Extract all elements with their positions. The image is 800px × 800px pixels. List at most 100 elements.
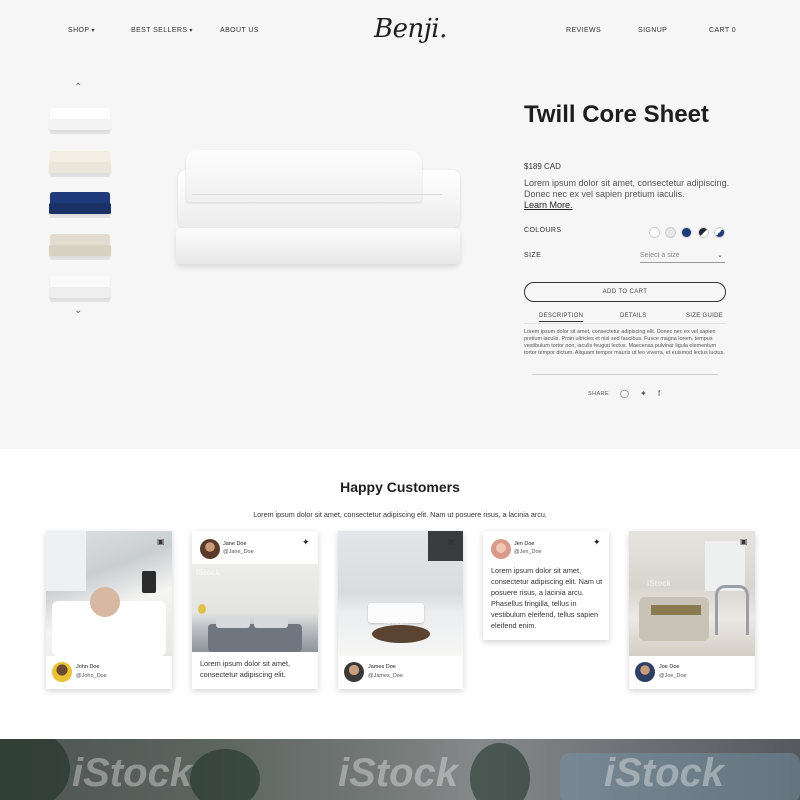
customer-handle: @Jen_Doe (514, 549, 542, 555)
window (705, 541, 745, 591)
avatar (200, 539, 220, 559)
card-photo: iStock (192, 564, 318, 652)
product-description: Lorem ipsum dolor sit amet, consectetur … (524, 178, 730, 199)
card-photo: iStock (338, 531, 463, 656)
twitter-icon[interactable]: ✦ (302, 537, 310, 548)
divider (532, 374, 718, 375)
customer-card-5[interactable]: iStock ▣ Joe Doe @Joe_Doe (629, 531, 755, 689)
colour-swatch-white[interactable] (649, 227, 660, 238)
happy-customers-section: Happy Customers Lorem ipsum dolor sit am… (0, 449, 800, 739)
avatar (344, 662, 364, 682)
size-label: SIZE (524, 252, 542, 259)
tab-content: Lorem ipsum dolor sit amet, consectetur … (524, 329, 725, 356)
nav-best-sellers[interactable]: BEST SELLERS ▾ (131, 27, 193, 34)
customer-name: James Doe (368, 664, 396, 670)
thumbnail-shadow (50, 299, 110, 302)
tab-details[interactable]: DETAILS (620, 313, 647, 319)
colour-swatch-light-grey[interactable] (665, 227, 676, 238)
section-subtitle: Lorem ipsum dolor sit amet, consectetur … (253, 510, 547, 519)
bed (208, 624, 302, 652)
watermark: iStock (72, 751, 193, 795)
thumbnail-1[interactable] (48, 102, 112, 136)
pillow (254, 616, 288, 628)
lifestyle-banner-image: iStock iStock iStock (0, 739, 800, 800)
nav-best-sellers-label: BEST SELLERS (131, 27, 188, 34)
wood-tray (372, 625, 430, 643)
nav-signup[interactable]: SIGNUP (638, 27, 667, 34)
card-photo: iStock (46, 531, 172, 656)
thumbnail-shadow (50, 257, 110, 260)
colour-swatch-black-white[interactable] (698, 227, 709, 238)
colour-swatch-white-navy[interactable] (714, 227, 725, 238)
thumbnail-shadow (50, 174, 110, 177)
size-select[interactable]: Select a size ⌄ (640, 252, 725, 263)
nav-reviews[interactable]: REVIEWS (566, 27, 601, 34)
watermark: iStock (647, 579, 672, 588)
product-title: Twill Core Sheet (524, 101, 709, 128)
thumbnail-shadow (50, 131, 110, 134)
thumbnail-scroll-up-icon[interactable]: ⌃ (74, 82, 82, 93)
thumbnail-5[interactable] (48, 270, 112, 304)
customer-card-2[interactable]: Jane Doe @Jane_Doe ✦ iStock Lorem ipsum … (192, 531, 318, 689)
twitter-icon[interactable]: ✦ (640, 389, 647, 398)
towel-stack (639, 597, 709, 641)
towel-stripe (651, 605, 701, 615)
tab-description[interactable]: DESCRIPTION (539, 313, 584, 322)
instagram-icon[interactable]: ◯ (620, 389, 629, 398)
plant-leaf (470, 743, 530, 800)
size-select-value: Select a size (640, 252, 680, 259)
thumbnail-sheet-bottom (49, 245, 111, 256)
add-to-cart-button[interactable]: ADD TO CART (524, 282, 726, 302)
colours-label: COLOURS (524, 227, 562, 234)
thumbnail-scroll-down-icon[interactable]: ⌄ (74, 305, 82, 316)
customer-name: Jane Doe (223, 541, 247, 547)
customer-card-3[interactable]: iStock ▣ James Doe @James_Doe (338, 531, 463, 689)
customer-name: Jen Doe (514, 541, 535, 547)
twitter-icon[interactable]: ✦ (593, 537, 601, 548)
card-photo: iStock (629, 531, 755, 656)
chevron-down-icon: ▾ (91, 28, 95, 34)
lamp (142, 571, 156, 593)
plant-leaf (0, 739, 70, 800)
avatar (635, 662, 655, 682)
chevron-down-icon: ⌄ (717, 252, 723, 259)
watermark: iStock (338, 751, 459, 795)
nav-cart[interactable]: CART 0 (709, 27, 736, 34)
sheet-fold-bottom (176, 228, 460, 264)
customer-name: John Doe (76, 664, 100, 670)
avatar (52, 662, 72, 682)
site-header: SHOP ▾ BEST SELLERS ▾ ABOUT US Benji. REVI… (0, 0, 800, 64)
sheet-fold-line (192, 194, 442, 195)
customer-name: Joe Doe (659, 664, 680, 670)
learn-more-link[interactable]: Learn More. (524, 200, 573, 210)
avatar (491, 539, 511, 559)
thumbnail-4[interactable] (48, 228, 112, 262)
facebook-icon[interactable]: f (658, 389, 660, 398)
tab-size-guide[interactable]: SIZE GUIDE (686, 313, 723, 319)
watermark: iStock (196, 568, 221, 577)
customer-card-1[interactable]: iStock ▣ John Doe @John_Doe (46, 531, 172, 689)
thumbnail-2[interactable] (48, 145, 112, 179)
product-main-image (172, 140, 464, 270)
customer-card-4[interactable]: Jen Doe @Jen_Doe ✦ Lorem ipsum dolor sit… (483, 531, 609, 640)
thumbnail-3[interactable] (48, 186, 112, 220)
customer-handle: @Jane_Doe (223, 549, 254, 555)
window-light (46, 531, 86, 591)
thumbnail-sheet-bottom (49, 203, 111, 214)
brand-logo[interactable]: Benji. (374, 14, 447, 44)
product-price: $189 CAD (524, 162, 561, 171)
thumbnail-sheet-bottom (49, 162, 111, 173)
faucet (715, 585, 749, 635)
customer-handle: @James_Doe (368, 673, 403, 679)
colour-swatch-navy[interactable] (681, 227, 692, 238)
watermark: iStock (384, 617, 409, 626)
instagram-icon[interactable]: ▣ (157, 537, 165, 546)
tab-divider (524, 323, 726, 324)
nav-about-us[interactable]: ABOUT US (220, 27, 259, 34)
watermark: iStock (604, 751, 725, 795)
flowers (198, 604, 206, 614)
nav-shop[interactable]: SHOP ▾ (68, 27, 95, 34)
instagram-icon[interactable]: ▣ (740, 537, 748, 546)
thumbnail-shadow (50, 215, 110, 218)
instagram-icon[interactable]: ▣ (448, 537, 456, 546)
